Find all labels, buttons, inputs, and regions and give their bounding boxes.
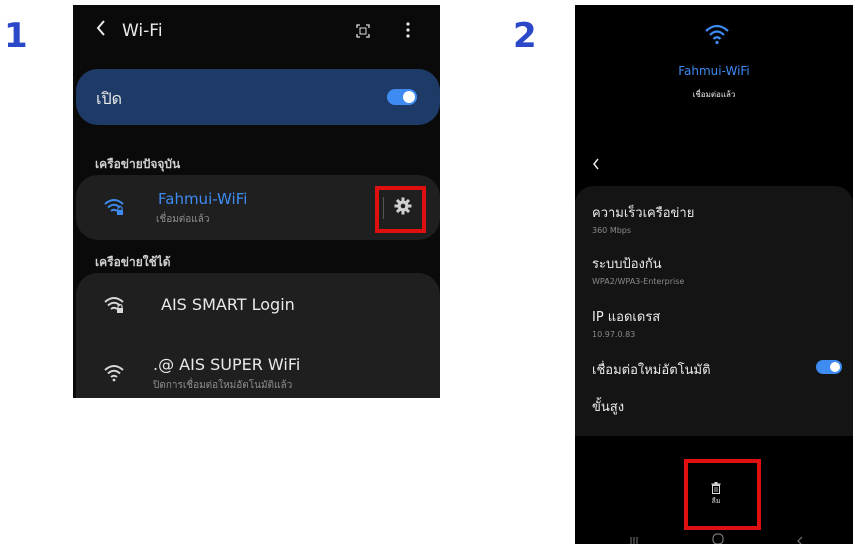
network-name: AIS SMART Login [161,295,295,314]
home-icon[interactable] [712,530,724,544]
connection-status: เชื่อมต่อแล้ว [692,90,736,99]
network-status: ปิดการเชื่อมต่อใหม่อัตโนมัติแล้ว [153,380,293,391]
wifi-locked-icon [103,295,125,319]
detail-value: 10.97.0.83 [592,330,636,339]
current-network-heading: เครือข่ายปัจจุบัน [95,157,181,171]
qr-scan-icon[interactable] [356,23,370,42]
detail-value: WPA2/WPA3-Enterprise [592,277,685,286]
step-number-1: 1 [4,16,28,56]
highlight-forget-box [684,459,761,530]
wifi-locked-icon [103,197,125,221]
nav-back-icon[interactable] [796,531,804,544]
auto-reconnect-toggle[interactable] [816,360,842,374]
network-name: Fahmui-WiFi [678,64,750,78]
back-arrow-icon[interactable] [95,19,107,40]
advanced-button[interactable]: ขั้นสูง [592,396,624,417]
detail-value: 360 Mbps [592,226,632,235]
wifi-connected-icon [704,23,730,49]
highlight-settings-box [375,186,426,233]
current-network-status: เชื่อมต่อแล้ว [156,214,210,225]
wifi-on-label: เปิด [96,89,123,108]
more-options-icon[interactable] [406,22,410,42]
detail-row: ระบบป้องกัน WPA2/WPA3-Enterprise [592,253,684,286]
network-row[interactable]: AIS SMART Login [76,273,440,337]
auto-reconnect-row[interactable]: เชื่อมต่อใหม่อัตโนมัติ [575,351,853,381]
wifi-master-toggle-row[interactable]: เปิด [76,69,440,125]
recent-apps-icon[interactable] [629,531,639,544]
detail-label: ความเร็วเครือข่าย [592,206,695,221]
detail-label: IP แอดเดรส [592,310,661,325]
network-details-screen: Fahmui-WiFi เชื่อมต่อแล้ว ความเร็วเครือข… [575,5,853,544]
auto-reconnect-label: เชื่อมต่อใหม่อัตโนมัติ [592,363,711,378]
wifi-list-screen: Wi-Fi เปิด เครือข่ายปัจจุบัน Fahmui-WiFi… [73,5,440,398]
network-row[interactable]: .@ AIS SUPER WiFi ปิดการเชื่อมต่อใหม่อัต… [76,345,440,398]
network-name: .@ AIS SUPER WiFi [153,355,301,374]
wifi-icon [103,363,125,387]
available-networks-heading: เครือข่ายใช้ได้ [95,255,171,269]
current-network-name: Fahmui-WiFi [158,190,248,208]
page-title: Wi-Fi [122,21,163,41]
step-number-2: 2 [513,16,537,56]
detail-row: ความเร็วเครือข่าย 360 Mbps [592,202,694,235]
wifi-toggle[interactable] [387,89,417,105]
detail-row: IP แอดเดรส 10.97.0.83 [592,306,660,339]
detail-label: ระบบป้องกัน [592,257,662,272]
back-arrow-icon[interactable] [592,155,600,174]
details-panel: ความเร็วเครือข่าย 360 Mbps ระบบป้องกัน W… [575,186,853,436]
available-networks-list: AIS SMART Login .@ AIS SUPER WiFi ปิดการ… [76,273,440,398]
